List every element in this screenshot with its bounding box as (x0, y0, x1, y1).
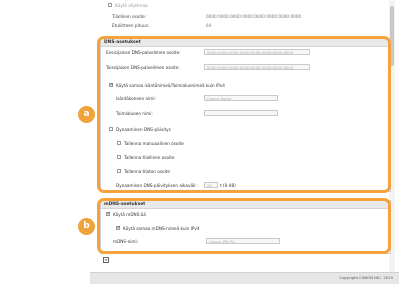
prefix-value: 64 (206, 23, 212, 28)
link-local-value: 0000:0000:0000:0000:0000:0000:0000:0000 (206, 14, 302, 19)
use-program-checkbox[interactable] (108, 3, 112, 7)
dns-highlight-frame (97, 36, 391, 193)
callout-b-badge: b (78, 218, 95, 235)
menu-icon[interactable]: ≡ (103, 257, 109, 263)
footer-bar: Copyright CANON INC. 2015 (90, 272, 399, 284)
copyright-text: Copyright CANON INC. 2015 (339, 275, 393, 280)
link-local-label: Tilallinen osoite: (112, 14, 147, 19)
prefix-label: Etuliitteen pituus: (112, 23, 150, 28)
use-program-label: Käytä ohjelmaa (115, 3, 148, 8)
callout-a-badge: a (78, 106, 95, 123)
mdns-highlight-frame (97, 198, 391, 254)
